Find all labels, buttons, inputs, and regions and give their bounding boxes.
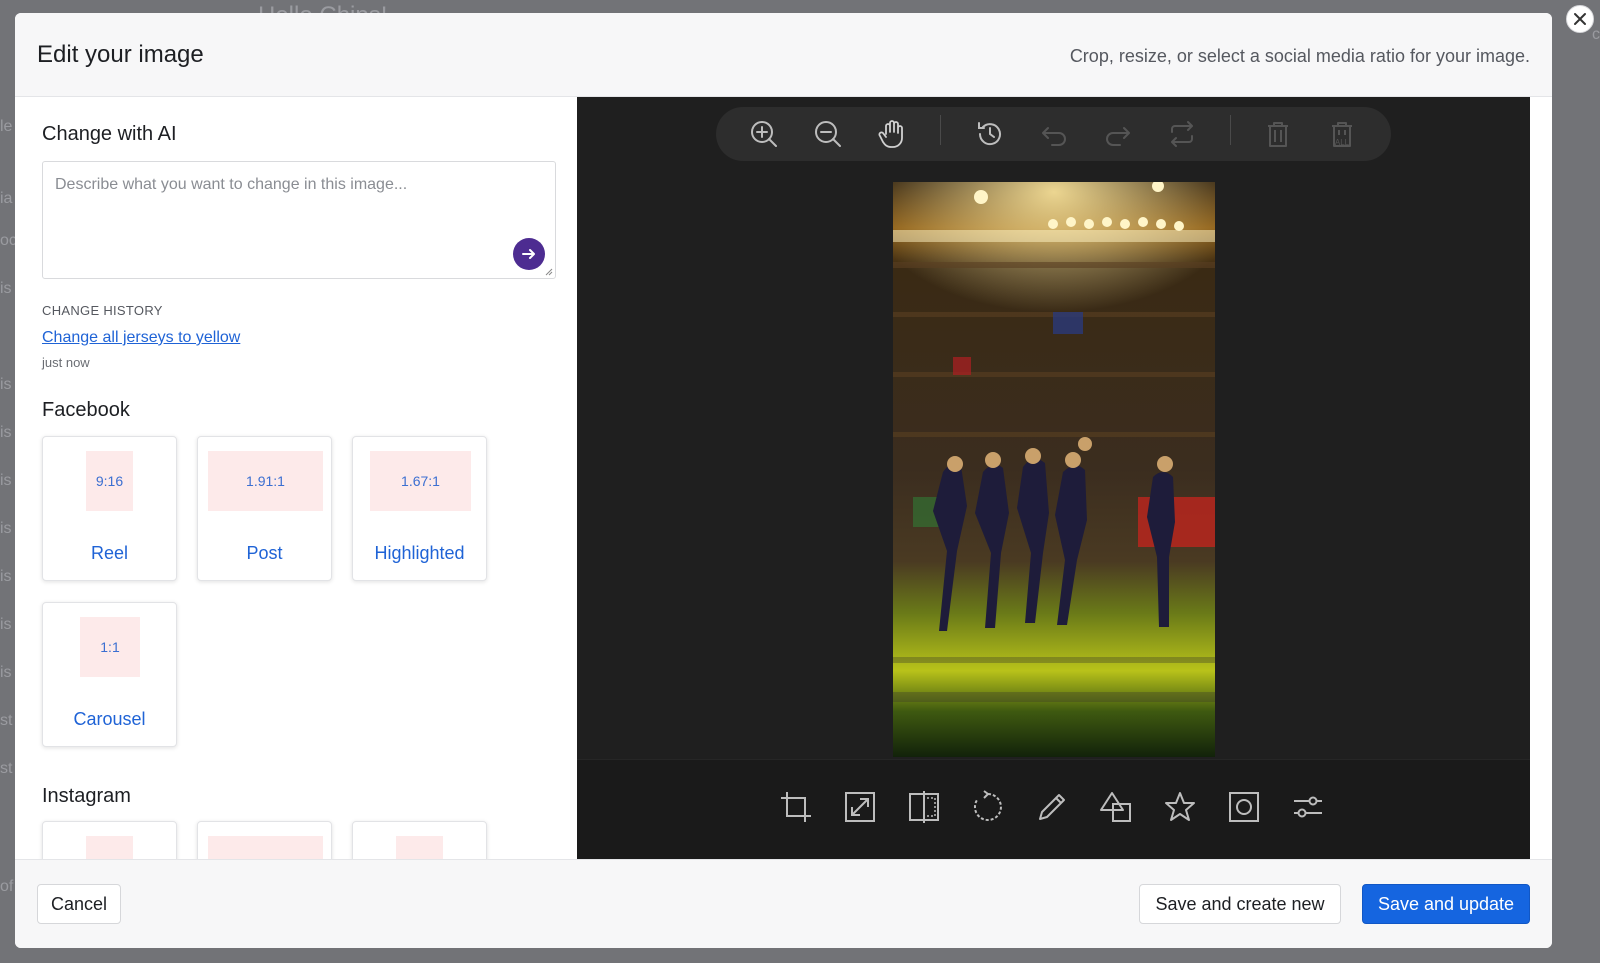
background-text: is <box>0 376 12 393</box>
history-item-time: just now <box>42 355 90 370</box>
edited-photo[interactable] <box>893 182 1215 757</box>
background-text: is <box>0 472 12 489</box>
delete-all-icon[interactable]: ALL <box>1326 118 1358 150</box>
background-text: is <box>0 424 12 441</box>
editor-bottom-toolbar <box>577 759 1530 859</box>
close-button[interactable] <box>1566 5 1594 33</box>
flip-icon[interactable] <box>907 790 941 824</box>
ai-section-title: Change with AI <box>42 123 177 145</box>
reset-icon[interactable] <box>1166 118 1198 150</box>
editor-top-toolbar: ALL <box>716 107 1391 161</box>
modal-header: Edit your image Crop, resize, or select … <box>15 13 1552 97</box>
ratio-label: Highlighted <box>374 543 465 563</box>
facebook-section-title: Facebook <box>42 399 130 421</box>
ratio-preview: 9:16 <box>86 451 133 511</box>
image-editor: ALL <box>577 97 1530 859</box>
ratio-card-instagram[interactable] <box>197 821 332 859</box>
save-and-update-button[interactable]: Save and update <box>1362 884 1530 924</box>
ratio-card-instagram[interactable] <box>42 821 177 859</box>
ratio-label: Reel <box>90 543 129 563</box>
background-text: st <box>0 712 13 729</box>
background-text: is <box>0 280 12 297</box>
save-and-create-new-button[interactable]: Save and create new <box>1139 884 1341 924</box>
ratio-card-reel[interactable]: 9:16 Reel <box>42 436 177 581</box>
background-text: is <box>0 520 12 537</box>
background-text: is <box>0 568 12 585</box>
close-icon <box>1574 13 1586 25</box>
delete-all-text: ALL <box>1335 138 1350 147</box>
modal-subtitle: Crop, resize, or select a social media r… <box>1069 46 1530 66</box>
history-item-link[interactable]: Change all jerseys to yellow <box>42 329 240 347</box>
shape-icon[interactable] <box>1099 790 1133 824</box>
resize-icon[interactable] <box>843 790 877 824</box>
zoom-out-icon[interactable] <box>812 118 844 150</box>
ratio-card-instagram[interactable] <box>352 821 487 859</box>
toolbar-separator <box>940 115 941 145</box>
background-text: of <box>0 878 14 895</box>
delete-icon[interactable] <box>1262 118 1294 150</box>
mask-icon[interactable] <box>1227 790 1261 824</box>
modal-footer: Cancel Save and create new Save and upda… <box>15 859 1552 948</box>
ratio-preview: 1.91:1 <box>208 451 323 511</box>
zoom-in-icon[interactable] <box>748 118 780 150</box>
ratio-card-post[interactable]: 1.91:1 Post <box>197 436 332 581</box>
crop-icon[interactable] <box>779 790 813 824</box>
change-history-label: CHANGE HISTORY <box>42 303 163 318</box>
filter-icon[interactable] <box>1291 790 1325 824</box>
resize-grip-icon[interactable] <box>543 266 553 276</box>
ai-prompt-box <box>42 161 556 279</box>
background-text: st <box>0 760 13 777</box>
instagram-section-title: Instagram <box>42 785 131 807</box>
options-panel[interactable]: Change with AI CHANGE HISTORY Change all… <box>15 97 577 859</box>
ratio-preview <box>396 836 443 859</box>
background-text: is <box>0 664 12 681</box>
modal-title: Edit your image <box>37 41 204 68</box>
cancel-button[interactable]: Cancel <box>37 884 121 924</box>
ratio-card-carousel[interactable]: 1:1 Carousel <box>42 602 177 747</box>
background-text: le <box>0 118 13 135</box>
undo-icon[interactable] <box>1038 118 1070 150</box>
draw-icon[interactable] <box>1035 790 1069 824</box>
history-icon[interactable] <box>974 118 1006 150</box>
ratio-preview: 1:1 <box>80 617 140 677</box>
ratio-label: Carousel <box>73 709 146 729</box>
redo-icon[interactable] <box>1102 118 1134 150</box>
ai-prompt-input[interactable] <box>43 162 555 278</box>
arrow-right-icon <box>522 249 535 259</box>
ratio-label: Post <box>246 543 283 563</box>
background-text: is <box>0 616 12 633</box>
ratio-card-highlighted[interactable]: 1.67:1 Highlighted <box>352 436 487 581</box>
star-icon[interactable] <box>1163 790 1197 824</box>
send-prompt-button[interactable] <box>513 238 545 270</box>
ratio-preview: 1.67:1 <box>370 451 471 511</box>
background-text: c <box>1592 26 1600 43</box>
ratio-preview <box>86 836 133 859</box>
rotate-icon[interactable] <box>971 790 1005 824</box>
toolbar-separator <box>1230 115 1231 145</box>
background-text: ia <box>0 190 13 207</box>
edit-image-modal: Edit your image Crop, resize, or select … <box>15 13 1552 948</box>
hand-pan-icon[interactable] <box>876 118 908 150</box>
ratio-preview <box>208 836 323 859</box>
